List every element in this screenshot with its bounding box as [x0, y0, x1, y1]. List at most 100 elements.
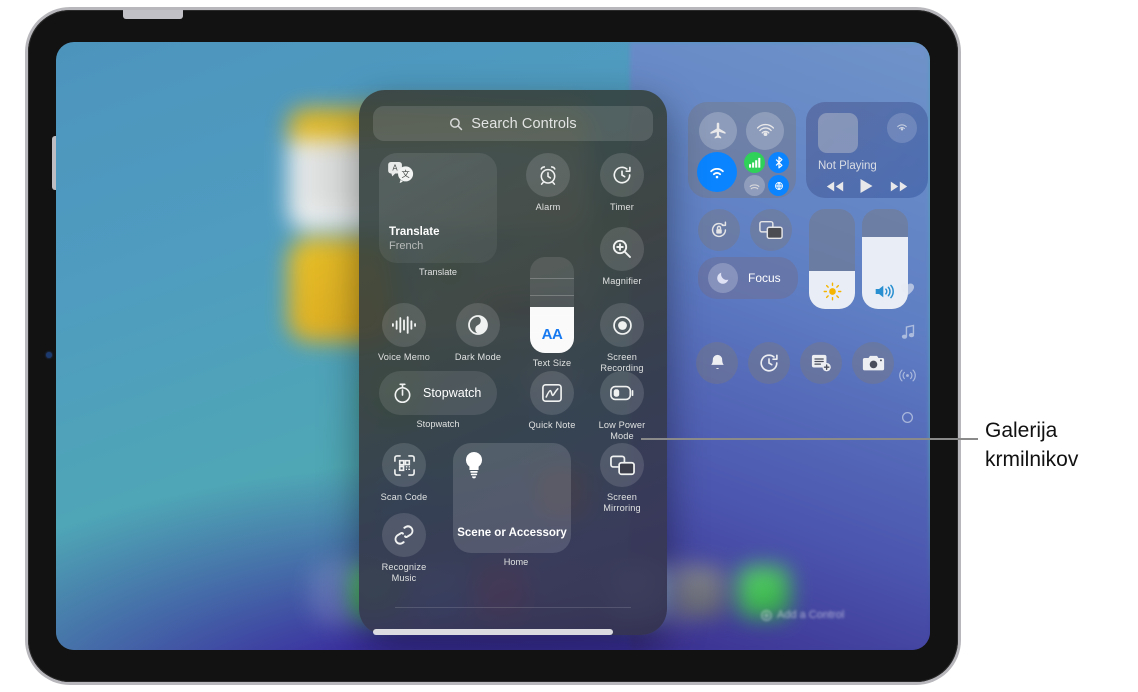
- gallery-item-screen-recording[interactable]: Screen Recording: [591, 303, 653, 374]
- cellular-toggle[interactable]: [744, 152, 765, 173]
- focus-button[interactable]: Focus: [698, 257, 798, 299]
- controls-gallery-panel: Search Controls A 文 Translate French Tra…: [359, 90, 667, 635]
- dark-mode-button[interactable]: [456, 303, 500, 347]
- scan-code-button[interactable]: [382, 443, 426, 487]
- gallery-item-timer[interactable]: Timer: [591, 153, 653, 213]
- gallery-item-translate[interactable]: A 文 Translate French Translate: [379, 153, 497, 278]
- gallery-item-voice-memo[interactable]: Voice Memo: [373, 303, 435, 363]
- rotation-lock-toggle[interactable]: [698, 209, 740, 251]
- callout-label: Galerija krmilnikov: [985, 419, 1079, 471]
- translate-tile[interactable]: A 文 Translate French: [379, 153, 497, 263]
- personal-hotspot-toggle[interactable]: [744, 175, 765, 196]
- gallery-item-label-voice-memo: Voice Memo: [377, 352, 431, 362]
- ipad-screen: Not Playing Focus Add a Control Search C…: [56, 42, 930, 650]
- play-icon[interactable]: [859, 178, 874, 194]
- screenshot-root: Not Playing Focus Add a Control Search C…: [0, 0, 1138, 692]
- camera-icon: [862, 355, 884, 370]
- gallery-item-label-recognize-music: Recognize Music: [381, 562, 427, 583]
- stopwatch-tile[interactable]: Stopwatch: [379, 371, 497, 415]
- connectivity-module: [688, 102, 796, 198]
- gallery-item-screen-mirroring[interactable]: Screen Mirroring: [591, 443, 653, 514]
- voice-memo-button[interactable]: [382, 303, 426, 347]
- gallery-item-label-screen-mirroring: Screen Mirroring: [603, 492, 641, 513]
- bluetooth-toggle[interactable]: [768, 152, 789, 173]
- screen-mirroring-button[interactable]: [750, 209, 792, 251]
- screen-mirroring-gallery-button[interactable]: [600, 443, 644, 487]
- fast-forward-icon[interactable]: [890, 180, 908, 193]
- focus-label: Focus: [748, 271, 781, 285]
- timer-button[interactable]: [600, 153, 644, 197]
- airdrop-icon: [756, 123, 774, 136]
- ipad-device-frame: Not Playing Focus Add a Control Search C…: [28, 10, 958, 682]
- gallery-item-dark-mode[interactable]: Dark Mode: [447, 303, 509, 363]
- brightness-slider[interactable]: [809, 209, 855, 309]
- top-button[interactable]: [123, 10, 183, 19]
- timer-button[interactable]: [748, 342, 790, 384]
- recognize-music-button[interactable]: [382, 513, 426, 557]
- gallery-item-magnifier[interactable]: Magnifier: [591, 227, 653, 287]
- dark-mode-circle-icon: [468, 315, 488, 335]
- record-icon: [612, 315, 632, 335]
- silent-mode-toggle[interactable]: [696, 342, 738, 384]
- svg-text:A: A: [392, 164, 398, 173]
- airdrop-toggle[interactable]: [746, 112, 784, 150]
- new-note-button[interactable]: [800, 342, 842, 384]
- text-size-aa-icon: AA: [541, 326, 563, 343]
- search-controls-field[interactable]: Search Controls: [373, 106, 653, 141]
- stopwatch-tile-title: Stopwatch: [423, 386, 482, 400]
- screen-mirroring-icon: [759, 220, 783, 240]
- wifi-toggle[interactable]: [697, 152, 737, 192]
- moon-icon: [717, 272, 729, 284]
- gallery-item-label-quick-note: Quick Note: [528, 420, 576, 430]
- home-indicator[interactable]: [373, 629, 613, 635]
- music-note-icon[interactable]: [901, 324, 915, 340]
- gallery-item-label-scan-code: Scan Code: [380, 492, 428, 502]
- timer-icon: [613, 166, 631, 184]
- rotation-lock-icon: [711, 221, 727, 238]
- alarm-clock-icon: [540, 166, 556, 185]
- airplay-button[interactable]: [887, 113, 917, 143]
- quick-note-icon: [542, 384, 562, 402]
- broadcast-icon[interactable]: [899, 368, 916, 383]
- waveform-icon: [392, 316, 416, 334]
- controls-grid: A 文 Translate French Translate Alarm Tim…: [369, 153, 657, 617]
- gallery-item-recognize-music[interactable]: Recognize Music: [373, 513, 435, 584]
- speaker-icon: [875, 284, 894, 299]
- screen-recording-button[interactable]: [600, 303, 644, 347]
- now-playing-module[interactable]: Not Playing: [806, 102, 928, 198]
- timer-icon: [760, 354, 778, 372]
- text-size-slider[interactable]: AA: [530, 257, 574, 353]
- airplane-icon: [710, 122, 726, 139]
- home-tile-title: Scene or Accessory: [457, 527, 567, 539]
- translate-tile-title: Translate: [389, 226, 440, 238]
- gallery-item-scan-code[interactable]: Scan Code: [373, 443, 435, 503]
- globe-satellite-icon: [774, 181, 783, 190]
- front-camera-dot: [46, 352, 52, 358]
- rewind-icon[interactable]: [826, 180, 844, 193]
- gallery-item-home[interactable]: Scene or Accessory Home: [453, 443, 579, 568]
- album-art-placeholder: [818, 113, 858, 153]
- airplane-mode-toggle[interactable]: [699, 112, 737, 150]
- bluetooth-icon: [775, 156, 783, 169]
- gallery-item-quick-note[interactable]: Quick Note: [521, 371, 583, 431]
- hotspot-icon: [749, 184, 760, 190]
- camera-button[interactable]: [852, 342, 894, 384]
- satellite-toggle[interactable]: [768, 175, 789, 196]
- home-scene-tile[interactable]: Scene or Accessory: [453, 443, 571, 553]
- gallery-item-text-size[interactable]: AA Text Size: [521, 257, 583, 369]
- gallery-item-label-magnifier: Magnifier: [602, 276, 642, 286]
- add-a-control-button[interactable]: Add a Control: [761, 609, 844, 621]
- circle-icon[interactable]: [901, 411, 914, 424]
- heart-icon[interactable]: [900, 282, 915, 296]
- alarm-button[interactable]: [526, 153, 570, 197]
- dock-icon-settings: [674, 566, 726, 618]
- bell-icon: [710, 354, 724, 369]
- note-plus-icon: [811, 354, 831, 372]
- magnifier-button[interactable]: [600, 227, 644, 271]
- gallery-item-alarm[interactable]: Alarm: [517, 153, 579, 213]
- gallery-item-stopwatch[interactable]: Stopwatch Stopwatch: [379, 371, 497, 430]
- gallery-item-low-power-mode[interactable]: Low Power Mode: [591, 371, 653, 442]
- low-power-mode-button[interactable]: [600, 371, 644, 415]
- quick-note-button[interactable]: [530, 371, 574, 415]
- shazam-icon: [394, 525, 414, 545]
